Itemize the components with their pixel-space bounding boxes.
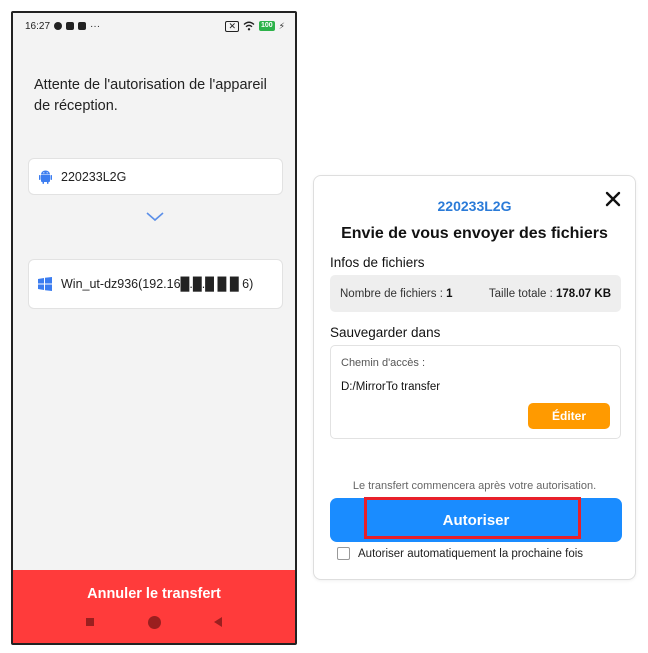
target-device-card: Win_ut-dz936(192.16█.█.█ █ █ 6) [28,259,283,309]
status-app-icon [66,22,75,30]
save-path-box: Chemin d'accès : D:/MirrorTo transfer Éd… [330,345,621,439]
auto-authorize-option[interactable]: Autoriser automatiquement la prochaine f… [337,547,583,560]
chevron-down-icon [146,212,164,222]
home-icon[interactable] [148,616,161,629]
battery-icon: 100 [258,21,275,31]
authorization-note: Le transfert commencera après votre auto… [352,480,597,492]
cancel-bar: Annuler le transfert [13,570,295,643]
file-count: Nombre de fichiers : 1 [340,288,453,300]
navigation-bar [13,616,295,630]
close-icon[interactable] [605,191,621,207]
file-count-label: Nombre de fichiers : [340,287,447,300]
status-app-icon [54,22,63,30]
windows-icon [37,276,53,292]
status-time: 16:27 [25,20,51,32]
file-info-box: Nombre de fichiers : 1 Taille totale : 1… [330,275,621,312]
authorization-dialog: 220233L2G Envie de vous envoyer des fich… [313,175,636,580]
status-bar: 16:27 ··· ✕ 100 ⚡ [13,13,295,39]
total-size-label: Taille totale : [488,287,557,300]
dialog-heading: Envie de vous envoyer des fichiers [341,225,608,242]
status-more-icon: ··· [90,20,101,32]
files-section-title: Infos de fichiers [330,255,425,270]
total-size-value: 178.07 KB [556,287,611,300]
wifi-icon [243,21,255,31]
total-size: Taille totale : 178.07 KB [489,288,611,300]
save-section-title: Sauvegarder dans [330,325,441,340]
waiting-message: Attente de l'autorisation de l'appareil … [34,77,267,114]
path-value: D:/MirrorTo transfer [341,381,441,393]
path-label: Chemin d'accès : [341,357,426,369]
edit-path-button[interactable]: Éditer [528,403,610,429]
recent-apps-icon[interactable] [86,618,94,626]
phone-screen: 16:27 ··· ✕ 100 ⚡ Attente de l'autorisat… [11,11,297,645]
no-sim-icon: ✕ [225,20,239,32]
auto-authorize-label: Autoriser automatiquement la prochaine f… [358,547,584,560]
authorize-button[interactable]: Autoriser [330,498,622,542]
android-icon [37,169,53,185]
dialog-device-name: 220233L2G [437,198,512,214]
status-app-icon [78,22,87,30]
cancel-transfer-button[interactable]: Annuler le transfert [13,586,295,602]
source-device-card: 220233L2G [28,158,283,195]
target-device-name: Win_ut-dz936(192.16█.█.█ █ █ 6) [61,276,254,291]
source-device-name: 220233L2G [61,169,127,184]
charging-icon: ⚡ [278,20,285,31]
auto-authorize-checkbox[interactable] [337,547,350,560]
file-count-value: 1 [446,287,453,300]
back-icon[interactable] [214,617,222,627]
